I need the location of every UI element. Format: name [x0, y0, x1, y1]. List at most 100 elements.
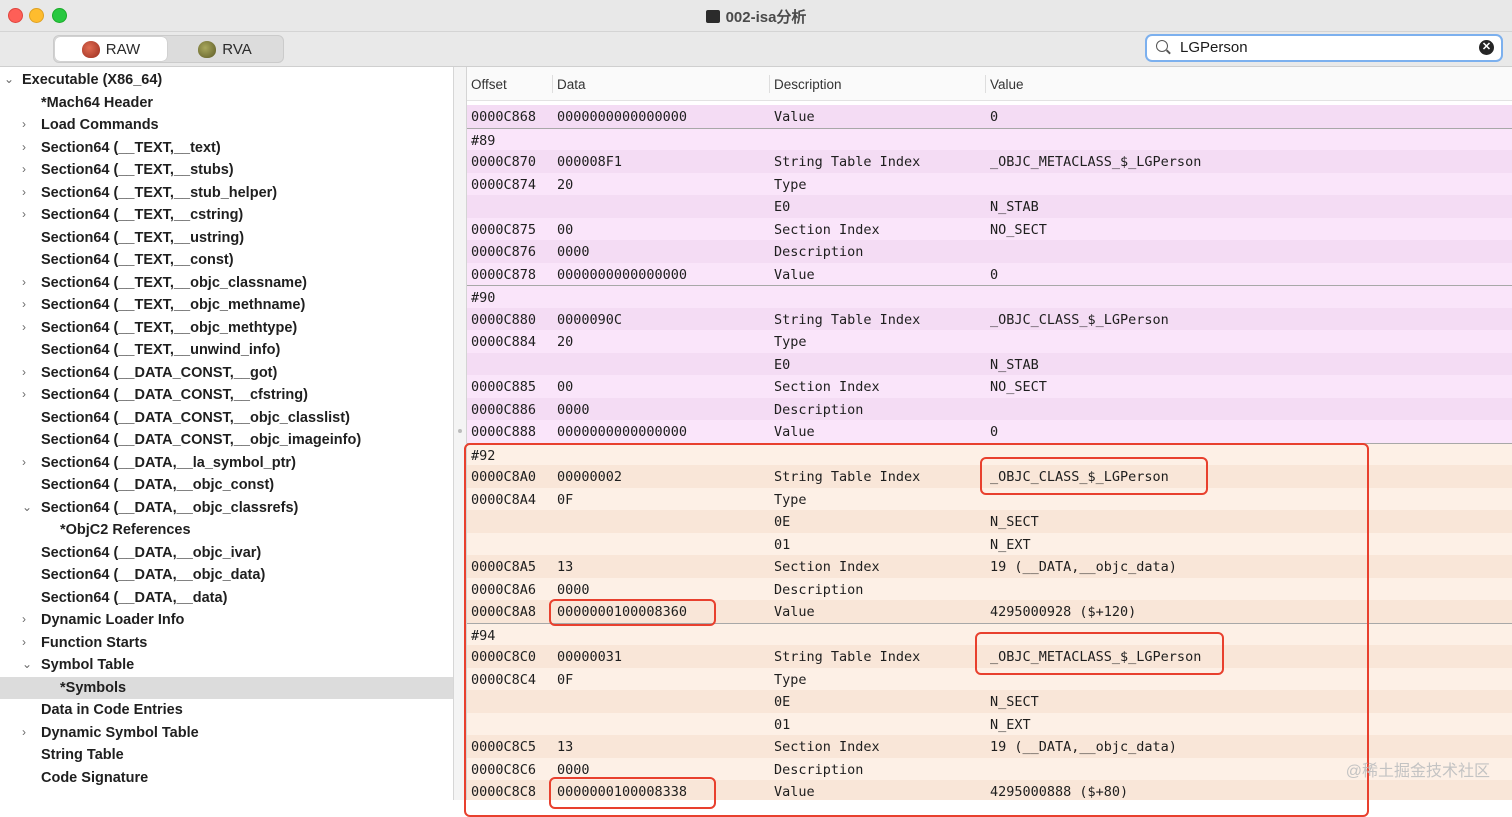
table-row[interactable]: 0000C875 00 Section Index NO_SECT [467, 217, 1512, 240]
sidebar-item[interactable]: Code Signature [0, 767, 453, 789]
table-row[interactable]: E0 N_STAB [467, 195, 1512, 218]
table-row[interactable]: 0E N_SECT [467, 510, 1512, 533]
table-row[interactable]: 0000C8A8 0000000100008360 Value 4295000928 … [467, 600, 1512, 623]
table-row[interactable]: 0000C884 20 Type [467, 330, 1512, 353]
sidebar-item[interactable]: *Mach64 Header [0, 92, 453, 114]
chevron-right-icon[interactable]: › [22, 275, 26, 289]
sidebar-item[interactable]: Section64 (__DATA,__objc_const) [0, 474, 453, 496]
table-row[interactable]: 0000C8A5 13 Section Index 19 (__DATA,__objc… [467, 555, 1512, 578]
column-header-offset[interactable]: Offset [471, 77, 507, 92]
table-row[interactable]: 0000C8C8 0000000100008338 Value 4295000888 … [467, 780, 1512, 800]
table-row[interactable]: 0000C878 0000000000000000 Value 0 [467, 262, 1512, 285]
divider-handle-icon [458, 429, 462, 433]
sidebar-item[interactable]: › Function Starts [0, 632, 453, 654]
table-row[interactable]: 0000C8A0 00000002 String Table Index _OBJC_… [467, 465, 1512, 488]
chevron-right-icon[interactable]: › [22, 140, 26, 154]
chevron-right-icon[interactable]: › [22, 725, 26, 739]
table-row[interactable]: 01 N_EXT [467, 532, 1512, 555]
table-row[interactable]: 0000C870 000008F1 String Table Index _OBJC_… [467, 150, 1512, 173]
split-view-divider[interactable] [454, 67, 467, 800]
column-header-description[interactable]: Description [774, 77, 842, 92]
table-row[interactable]: 0000C888 0000000000000000 Value 0 [467, 420, 1512, 443]
chevron-right-icon[interactable]: › [22, 185, 26, 199]
table-row[interactable]: 0000C885 00 Section Index NO_SECT [467, 375, 1512, 398]
sidebar-item[interactable]: Data in Code Entries [0, 699, 453, 721]
table-row[interactable]: 0000C8C4 0F Type [467, 667, 1512, 690]
table-row[interactable]: 0000C8C5 13 Section Index 19 (__DATA,__objc… [467, 735, 1512, 758]
sidebar-item[interactable]: Section64 (__DATA_CONST,__objc_classlist… [0, 407, 453, 429]
sidebar-item[interactable]: Section64 (__DATA,__data) [0, 587, 453, 609]
table-row[interactable]: 0000C880 0000090C String Table Index _OBJC_… [467, 307, 1512, 330]
chevron-down-icon[interactable]: ⌄ [22, 657, 32, 671]
column-header-value[interactable]: Value [990, 77, 1024, 92]
sidebar-item[interactable]: › Section64 (__DATA,__la_symbol_ptr) [0, 452, 453, 474]
sidebar-item[interactable]: Section64 (__DATA,__objc_ivar) [0, 542, 453, 564]
value-cell: NO_SECT [990, 379, 1047, 395]
chevron-down-icon[interactable]: ⌄ [22, 500, 32, 514]
table-row[interactable]: E0 N_STAB [467, 352, 1512, 375]
sidebar-item[interactable]: › Section64 (__DATA_CONST,__cfstring) [0, 384, 453, 406]
chevron-right-icon[interactable]: › [22, 635, 26, 649]
sidebar-item[interactable]: › Section64 (__TEXT,__text) [0, 137, 453, 159]
search-input[interactable]: LGPerson [1180, 39, 1248, 56]
search-field[interactable]: LGPerson ✕ [1145, 34, 1503, 62]
table-row[interactable]: 01 N_EXT [467, 712, 1512, 735]
sidebar-item[interactable]: ⌄ Symbol Table [0, 654, 453, 676]
sidebar-item[interactable]: › Section64 (__TEXT,__stubs) [0, 159, 453, 181]
chevron-right-icon[interactable]: › [22, 612, 26, 626]
table-row[interactable]: 0E N_SECT [467, 690, 1512, 713]
table-row[interactable]: 0000C874 20 Type [467, 172, 1512, 195]
sidebar-item[interactable]: Section64 (__TEXT,__ustring) [0, 227, 453, 249]
clear-search-icon[interactable]: ✕ [1479, 40, 1494, 55]
chevron-right-icon[interactable]: › [22, 365, 26, 379]
sidebar-item[interactable]: › Load Commands [0, 114, 453, 136]
raw-mode-button[interactable]: RAW [55, 37, 167, 61]
chevron-right-icon[interactable]: › [22, 117, 26, 131]
table-row[interactable]: 0000C8A6 0000 Description [467, 577, 1512, 600]
sidebar-item[interactable]: › Section64 (__TEXT,__cstring) [0, 204, 453, 226]
offset-cell: 0000C8A5 [471, 559, 537, 575]
table-row[interactable]: 0000C8C0 00000031 String Table Index _OBJC_… [467, 645, 1512, 668]
chevron-right-icon[interactable]: › [22, 455, 26, 469]
chevron-right-icon[interactable]: › [22, 207, 26, 221]
table-row[interactable]: 0000C876 0000 Description [467, 240, 1512, 263]
sidebar-item[interactable]: › Dynamic Symbol Table [0, 722, 453, 744]
chevron-right-icon[interactable]: › [22, 297, 26, 311]
sidebar-item[interactable]: › Section64 (__TEXT,__objc_classname) [0, 272, 453, 294]
table-row[interactable]: 0000C8A4 0F Type [467, 487, 1512, 510]
sidebar-item[interactable]: *ObjC2 References [0, 519, 453, 541]
chevron-right-icon[interactable]: › [22, 387, 26, 401]
rva-mode-button[interactable]: RVA [168, 37, 282, 61]
toolbar: RAW RVA LGPerson ✕ [0, 32, 1512, 67]
symbol-group-header[interactable]: #89 [467, 127, 1512, 151]
sidebar-item[interactable]: Section64 (__TEXT,__unwind_info) [0, 339, 453, 361]
sidebar-item[interactable]: Section64 (__DATA_CONST,__objc_imageinfo… [0, 429, 453, 451]
column-divider[interactable] [985, 75, 986, 93]
offset-cell: 0000C888 [471, 424, 537, 440]
sidebar-item[interactable]: › Section64 (__TEXT,__objc_methname) [0, 294, 453, 316]
table-row[interactable]: 0000C886 0000 Description [467, 397, 1512, 420]
sidebar-item[interactable]: String Table [0, 744, 453, 766]
column-divider[interactable] [769, 75, 770, 93]
sidebar-item[interactable]: ⌄ Executable (X86_64) [0, 69, 453, 91]
sidebar-item[interactable]: Section64 (__DATA,__objc_data) [0, 564, 453, 586]
table-row[interactable]: 0000C868 0000000000000000 Value 0 [467, 105, 1512, 128]
sidebar-item-label: Section64 (__DATA,__la_symbol_ptr) [41, 454, 296, 471]
sidebar-item[interactable]: › Section64 (__TEXT,__stub_helper) [0, 182, 453, 204]
sidebar-item[interactable]: *Symbols [0, 676, 453, 699]
column-divider[interactable] [552, 75, 553, 93]
offset-cell: 0000C878 [471, 266, 537, 283]
sidebar-item[interactable]: ⌄ Section64 (__DATA,__objc_classrefs) [0, 497, 453, 519]
chevron-right-icon[interactable]: › [22, 162, 26, 176]
sidebar-item[interactable]: › Dynamic Loader Info [0, 609, 453, 631]
sidebar-item[interactable]: Section64 (__TEXT,__const) [0, 249, 453, 271]
column-header-data[interactable]: Data [557, 77, 586, 92]
chevron-right-icon[interactable]: › [22, 320, 26, 334]
symbol-group-header[interactable]: #90 [467, 285, 1512, 309]
symbol-group-header[interactable]: #92 [467, 442, 1512, 466]
sidebar-item[interactable]: › Section64 (__TEXT,__objc_methtype) [0, 317, 453, 339]
sidebar-item[interactable]: › Section64 (__DATA_CONST,__got) [0, 362, 453, 384]
chevron-down-icon[interactable]: ⌄ [4, 72, 14, 86]
value-cell: 0 [990, 266, 999, 283]
symbol-group-header[interactable]: #94 [467, 622, 1512, 646]
